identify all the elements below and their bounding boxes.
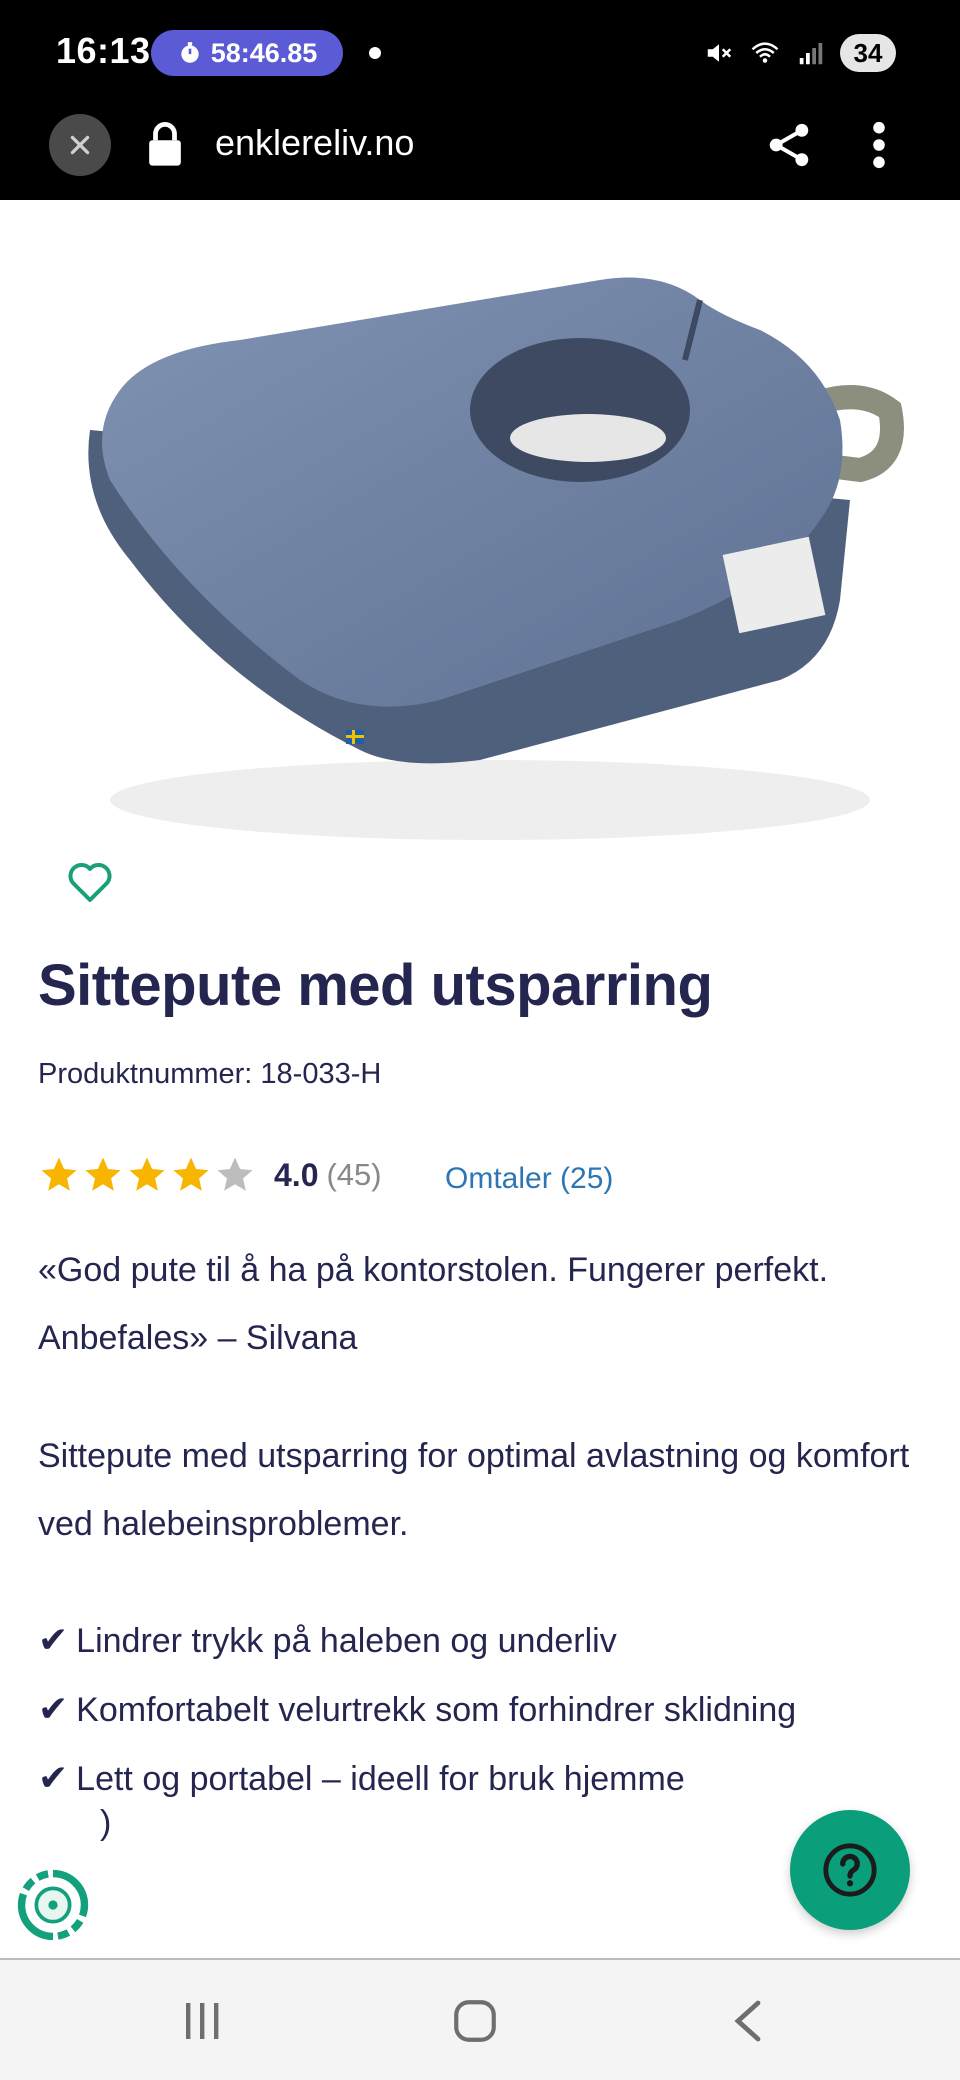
question-mark-icon	[823, 1843, 877, 1897]
status-bar: 16:13 58:46.85 34	[0, 0, 960, 104]
feature-text-continued: )	[100, 1804, 112, 1842]
customer-quote: «God pute til å ha på kontorstolen. Fung…	[38, 1251, 829, 1357]
wifi-icon	[751, 42, 779, 63]
more-menu-icon[interactable]	[869, 120, 889, 170]
checkmark-icon: ✔	[38, 1619, 69, 1660]
browser-url-bar: enklereliv.no	[0, 104, 960, 200]
feature-text: Lett og portabel – ideell for bruk hjemm…	[76, 1760, 685, 1798]
url-text[interactable]: enklereliv.no	[215, 122, 414, 164]
feature-item: ✔ Komfortabelt velurtrekk som forhindrer …	[38, 1675, 918, 1744]
rating-row: 4.0 (45)	[38, 1150, 382, 1200]
star-filled-icon	[85, 1157, 121, 1191]
system-navigation-bar	[0, 1958, 960, 2080]
checkmark-icon: ✔	[38, 1688, 69, 1729]
timer-pill[interactable]: 58:46.85	[151, 30, 343, 76]
page-content: Sittepute med utsparring Produktnummer: …	[0, 200, 960, 1958]
favorite-heart-icon[interactable]	[66, 860, 114, 904]
battery-indicator: 34	[840, 34, 896, 72]
notification-dot	[369, 47, 381, 59]
product-description: Sittepute med utsparring for optimal avl…	[38, 1437, 910, 1543]
share-icon[interactable]	[767, 120, 811, 170]
product-number: Produktnummer: 18-033-H	[38, 1058, 382, 1090]
rating-value: 4.0	[274, 1156, 319, 1193]
star-filled-icon	[129, 1157, 165, 1191]
feature-list: ✔ Lindrer trykk på haleben og underliv ✔ K…	[38, 1606, 918, 1813]
rating-stars	[38, 1154, 256, 1196]
help-button[interactable]	[790, 1810, 910, 1930]
feature-text: Lindrer trykk på haleben og underliv	[76, 1622, 617, 1660]
mute-icon	[707, 44, 732, 62]
status-icons: 34	[704, 30, 896, 76]
status-time: 16:13	[56, 30, 151, 71]
star-filled-icon	[173, 1157, 209, 1191]
product-title: Sittepute med utsparring	[38, 953, 713, 1018]
star-filled-icon	[41, 1157, 77, 1191]
close-icon	[70, 135, 90, 155]
checkmark-icon: ✔	[38, 1757, 69, 1798]
signal-icon	[799, 43, 823, 65]
star-empty-icon	[217, 1157, 253, 1191]
timer-value: 58:46.85	[210, 37, 318, 68]
reviews-link[interactable]: Omtaler (25)	[445, 1162, 613, 1196]
rating-count: (45)	[326, 1157, 382, 1192]
back-icon[interactable]	[728, 1996, 768, 2046]
feature-item: ✔ Lett og portabel – ideell for bruk hjem…	[38, 1744, 918, 1813]
close-tab-button[interactable]	[49, 114, 111, 176]
recent-apps-icon[interactable]	[182, 1996, 222, 2046]
home-icon[interactable]	[450, 1996, 500, 2046]
stopwatch-icon	[181, 42, 199, 63]
recycle-badge-icon[interactable]	[16, 1868, 90, 1942]
product-image[interactable]	[60, 260, 920, 900]
lock-icon[interactable]	[146, 120, 184, 170]
feature-text: Komfortabelt velurtrekk som forhindrer s…	[76, 1691, 797, 1729]
feature-item: ✔ Lindrer trykk på haleben og underliv	[38, 1606, 918, 1675]
